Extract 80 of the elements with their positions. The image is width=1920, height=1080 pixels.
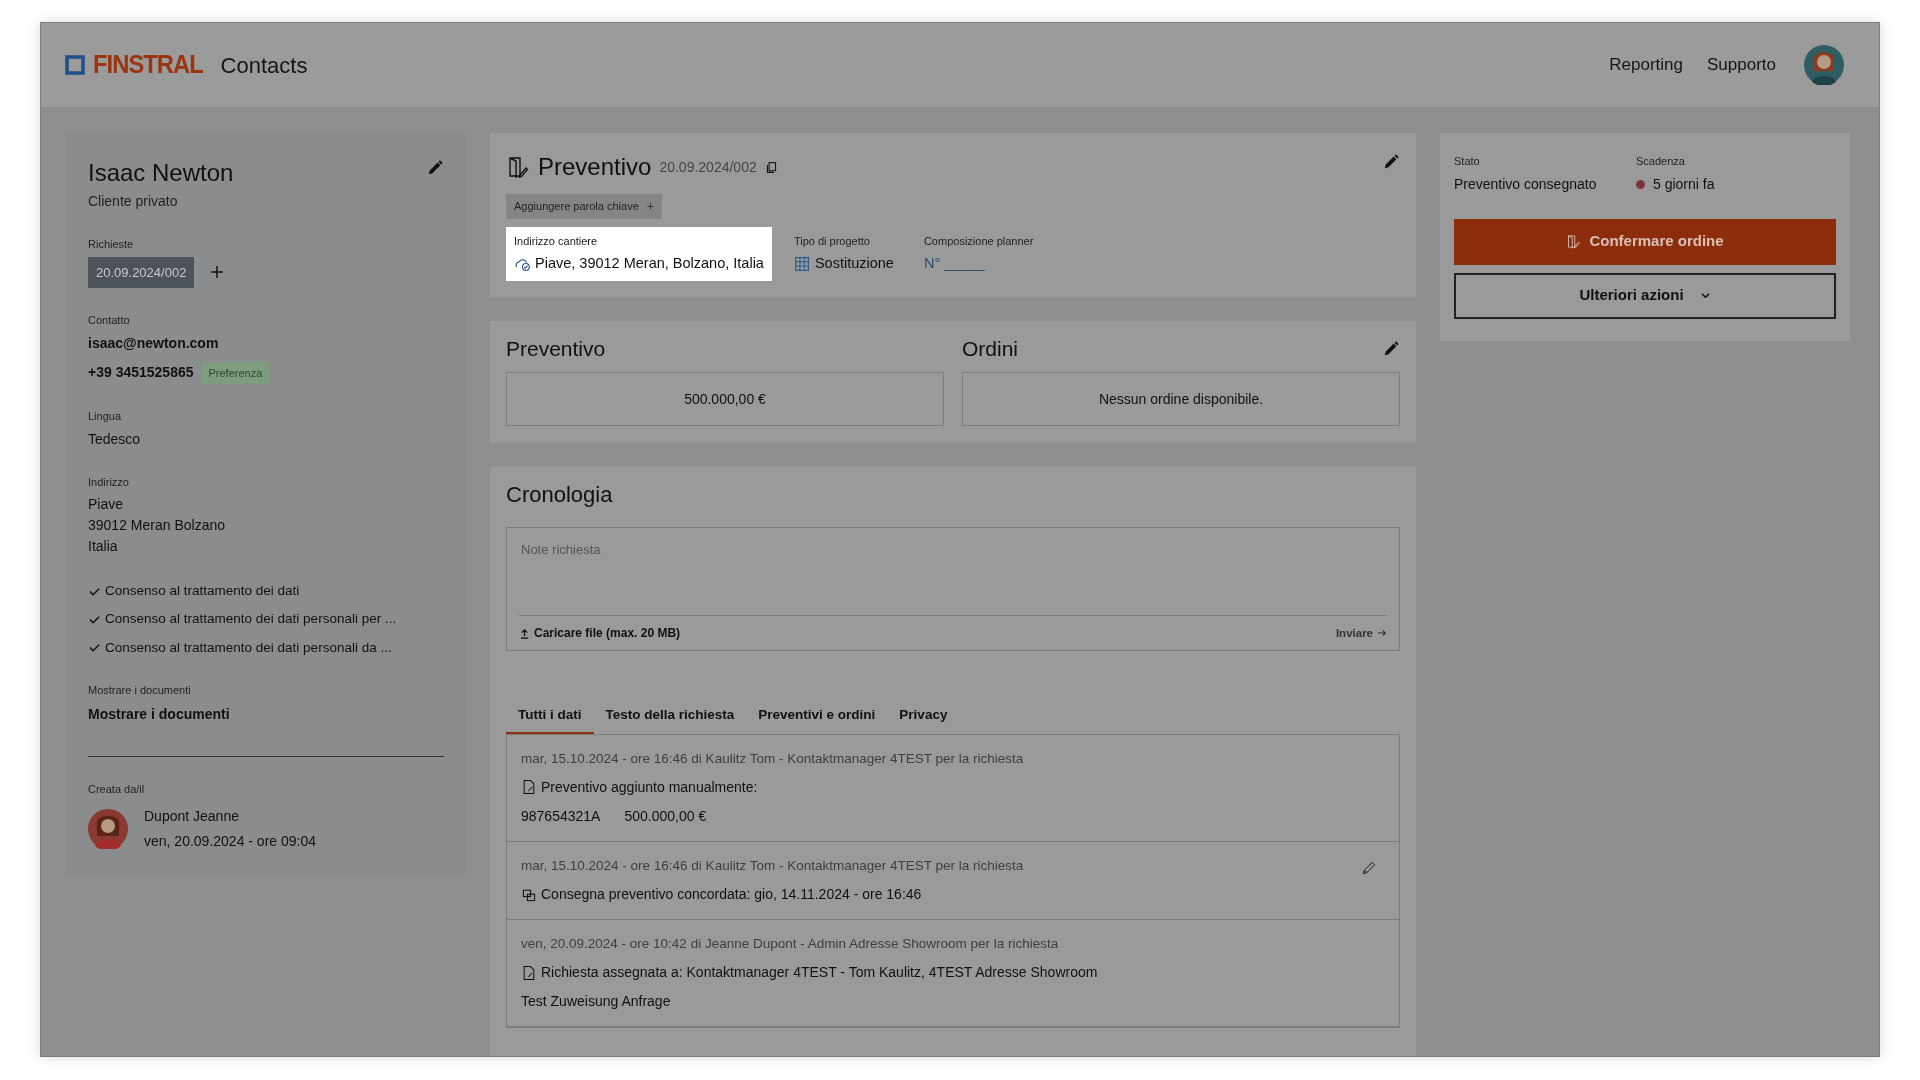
address-line: Italia xyxy=(88,537,119,556)
address-line: Piave xyxy=(88,495,125,514)
edit-icon xyxy=(426,159,444,177)
chevron-down-icon xyxy=(1699,290,1711,301)
logo-square-icon xyxy=(65,55,85,75)
entry-text: Consegna preventivo concordata: gio, 14.11.2024 - ore 16:46 xyxy=(541,885,922,904)
contact-phone: +39 3451525865 xyxy=(88,363,194,383)
request-chip[interactable]: 20.09.2024/002 xyxy=(88,256,195,288)
empty-orders-text: Nessun ordine disponibile. xyxy=(1098,389,1264,409)
creator-name: Dupont Jeanne xyxy=(144,806,240,826)
contact-name: Isaac Newton xyxy=(88,158,234,188)
field-value: N° _____ xyxy=(923,254,985,273)
door-icon xyxy=(1566,234,1582,249)
section-title: Cronologia xyxy=(506,481,614,510)
note-field[interactable]: Note richiesta Caricare file (max. 20 MB) Inviare xyxy=(506,527,1400,652)
keyword-button[interactable]: Aggiungere parola chiave xyxy=(506,194,662,219)
field-label: Stato xyxy=(1454,154,1481,169)
plus-icon xyxy=(646,202,654,210)
edit-icon[interactable] xyxy=(1361,859,1377,876)
field-label: Creata da/il xyxy=(88,782,146,798)
entry-detail: Test Zuweisung Anfrage xyxy=(521,992,671,1012)
nav-link[interactable]: Supporto xyxy=(1707,52,1776,78)
edit-icon xyxy=(1382,153,1400,171)
copy-icon xyxy=(764,160,778,174)
entry-meta: mar, 15.10.2024 - ore 16:46 di Kaulitz Tom - Kontaktmanager 4TEST per la richiesta xyxy=(521,749,1024,768)
brand-logo: FINSTRAL xyxy=(93,49,203,81)
more-actions-button[interactable]: Ulteriori azioni xyxy=(1454,272,1836,319)
app-name: Contacts xyxy=(220,51,308,80)
confirm-order-button[interactable]: Confermare ordine xyxy=(1454,218,1836,265)
document-pencil-icon xyxy=(521,779,537,796)
field-label: Lingua xyxy=(88,409,123,424)
creator-avatar-icon xyxy=(88,808,128,849)
tab[interactable]: Tutti i dati xyxy=(506,699,594,734)
address-line: 39012 Meran Bolzano xyxy=(88,516,226,535)
field-label: Scadenza xyxy=(1636,154,1686,169)
preference-badge: Preferenza xyxy=(201,361,270,384)
entry-text: Preventivo aggiunto manualmente: xyxy=(541,777,758,797)
nav-link[interactable]: Reporting xyxy=(1609,52,1683,78)
door-pencil-icon xyxy=(506,155,530,179)
entry-text: Richiesta assegnata a: Kontaktmanager 4TEST - Tom Kaulitz, 4TEST Adresse Showroom xyxy=(541,963,1098,983)
user-avatar-icon xyxy=(1804,45,1844,85)
entry-detail: 500.000,00 € xyxy=(624,806,707,826)
upload-icon xyxy=(519,627,530,639)
arrow-right-icon xyxy=(1377,628,1387,639)
field-label: Mostrare i documenti xyxy=(88,682,192,698)
quote-title: Preventivo xyxy=(538,152,652,182)
tab[interactable]: Testo della richiesta xyxy=(593,699,747,734)
field-label: Indirizzo xyxy=(88,474,130,490)
entry-detail: 987654321A xyxy=(521,806,601,826)
contact-email: isaac@newton.com xyxy=(88,333,220,353)
add-icon xyxy=(210,265,225,280)
upload-button[interactable]: Caricare file (max. 20 MB) xyxy=(519,624,681,643)
section-title: Preventivo xyxy=(506,335,606,362)
created-date: ven, 20.09.2024 - ore 09:04 xyxy=(144,831,317,851)
consent-label: Consenso al trattamento dei dati xyxy=(105,582,300,600)
language-value: Tedesco xyxy=(88,429,142,449)
status-value: Preventivo consegnato xyxy=(1454,174,1598,194)
status-dot xyxy=(1636,179,1645,189)
documents-link[interactable]: Mostrare i documenti xyxy=(88,704,230,726)
send-button[interactable]: Inviare xyxy=(1335,624,1387,642)
entry-meta: ven, 20.09.2024 - ore 10:42 di Jeanne Dupont - Admin Adresse Showroom per la richiesta xyxy=(521,935,1060,953)
section-title: Ordini xyxy=(962,335,1019,362)
field-value: Piave, 39012 Meran, Bolzano, Italia xyxy=(535,254,764,273)
contact-type: Cliente privato xyxy=(88,192,179,211)
tab[interactable]: Preventivi e ordini xyxy=(746,699,888,734)
edit-icon xyxy=(1382,339,1400,358)
field-label: Richieste xyxy=(88,237,135,252)
quote-number: 20.09.2024/002 xyxy=(659,157,757,177)
field-label: Composizione planner xyxy=(923,233,1034,249)
due-value: 5 giorni fa xyxy=(1653,174,1715,194)
consent-label: Consenso al trattamento dei dati personali da ... xyxy=(105,638,392,657)
window-grid-icon xyxy=(793,255,811,273)
entry-meta: mar, 15.10.2024 - ore 16:46 di Kaulitz Tom - Kontaktmanager 4TEST per la richiesta xyxy=(521,856,1024,875)
field-label: Indirizzo cantiere xyxy=(514,233,599,249)
quote-amount: 500.000,00 € xyxy=(684,389,766,409)
tab[interactable]: Privacy xyxy=(887,699,960,734)
field-value: Sostituzione xyxy=(814,254,894,273)
field-label: Tipo di progetto xyxy=(793,233,871,249)
field-label: Contatto xyxy=(88,313,131,328)
consent-label: Consenso al trattamento dei dati personali per ... xyxy=(105,610,397,629)
